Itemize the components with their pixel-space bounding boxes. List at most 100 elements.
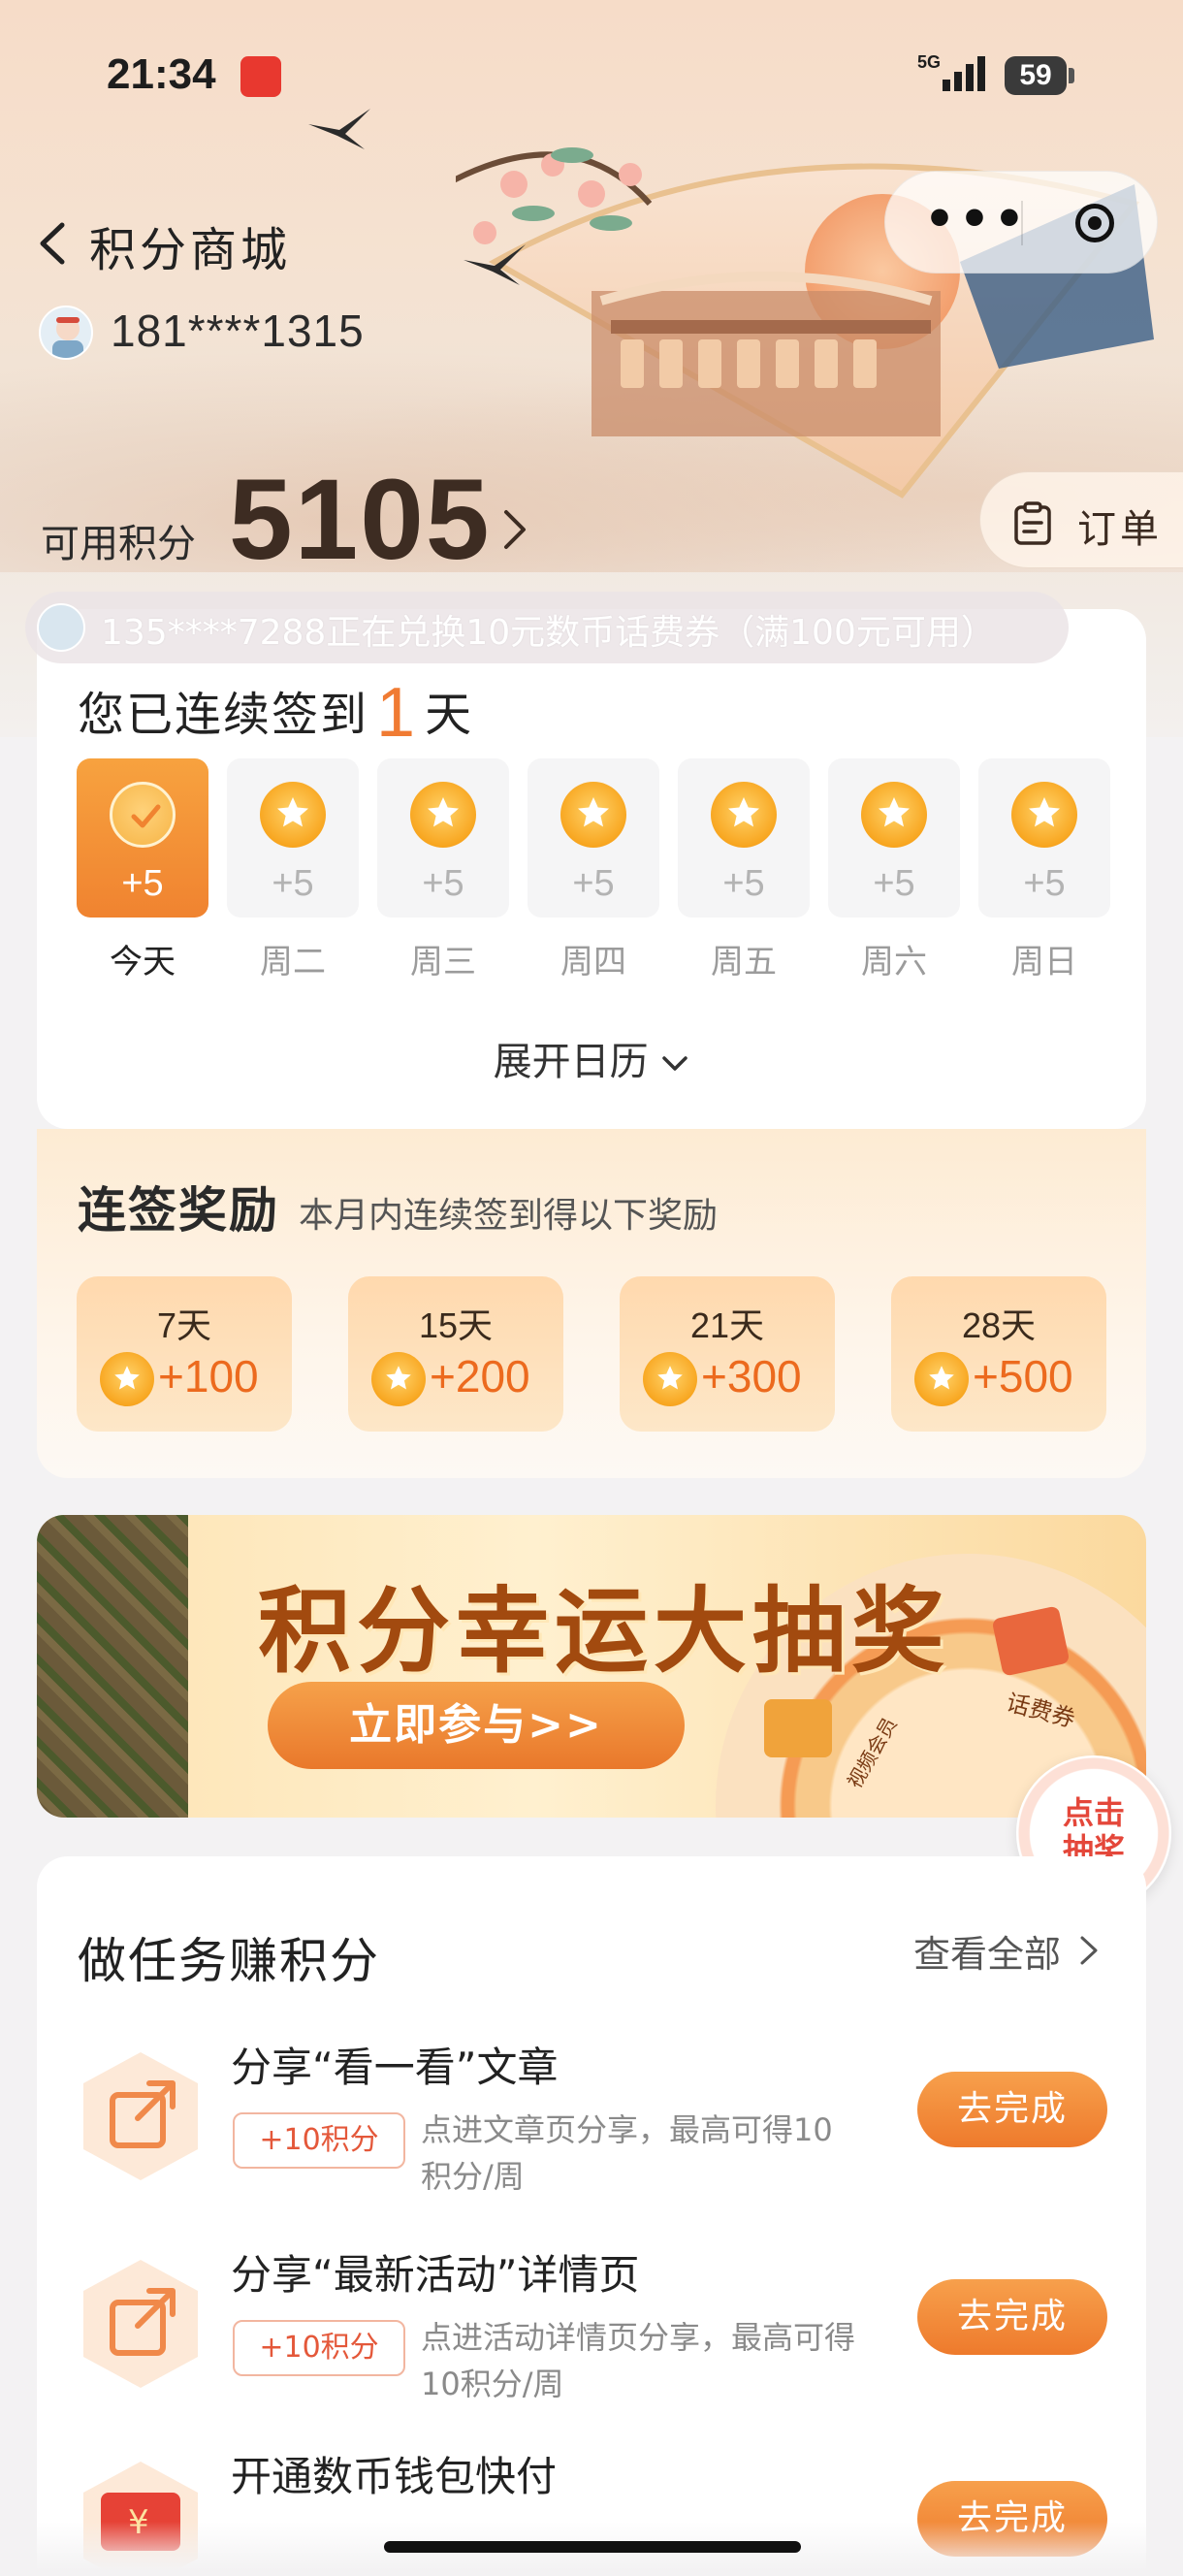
task-desc: 点进活动详情页分享，最高可得10积分/周 xyxy=(421,2319,856,2402)
day-label: 周四 xyxy=(560,943,626,982)
day-bonus: +5 xyxy=(1023,863,1066,904)
day-cell-fri[interactable]: +5 xyxy=(678,758,810,918)
day-cell-today[interactable]: +5 xyxy=(77,758,208,918)
reward-amount: +200 xyxy=(430,1351,530,1401)
day-cell-tue[interactable]: +5 xyxy=(227,758,359,918)
svg-text:5G: 5G xyxy=(917,52,941,72)
day-bonus: +5 xyxy=(272,863,314,904)
reward-tile[interactable]: 21天 +300 xyxy=(620,1276,835,1432)
reward-days: 7天 xyxy=(156,1305,212,1345)
signin-card: 您已连续签到 1 天 +5 +5 +5 +5 +5 +5 +5 今天 周二 周三 周… xyxy=(37,609,1146,1129)
close-miniprogram-icon[interactable] xyxy=(1075,204,1114,242)
reward-tile[interactable]: 7天 +100 xyxy=(77,1276,292,1432)
status-time: 21:34 xyxy=(107,50,216,98)
food-photo xyxy=(37,1515,188,1818)
day-bonus: +5 xyxy=(572,863,615,904)
reward-amount: +300 xyxy=(701,1351,802,1401)
day-cell-wed[interactable]: +5 xyxy=(377,758,509,918)
star-coin-icon xyxy=(643,1352,697,1406)
points-value[interactable]: 5105 xyxy=(229,454,492,586)
star-coin-icon xyxy=(711,782,777,848)
task-points-tag: +10积分 xyxy=(233,2320,405,2376)
exchange-ticker: 135****7288正在兑换10元数币话费券（满100元可用） xyxy=(25,592,1069,663)
battery-icon: 59 xyxy=(1005,56,1067,95)
task-name: 分享“最新活动”详情页 xyxy=(231,2251,640,2299)
task-name: 分享“看一看”文章 xyxy=(231,2044,559,2091)
streak-title: 连签奖励 xyxy=(78,1182,279,1239)
page-title: 积分商城 xyxy=(89,223,292,277)
star-coin-icon xyxy=(861,782,927,848)
user-phone: 181****1315 xyxy=(111,306,365,356)
reward-amount: +500 xyxy=(973,1351,1073,1401)
star-coin-icon xyxy=(914,1352,969,1406)
streak-subtitle: 本月内连续签到得以下奖励 xyxy=(299,1196,719,1236)
streak-count: 1 xyxy=(376,674,418,752)
day-label: 今天 xyxy=(110,943,176,982)
tasks-title: 做任务赚积分 xyxy=(78,1933,380,1989)
expand-calendar-label: 展开日历 xyxy=(493,1040,649,1084)
reward-days: 28天 xyxy=(961,1305,1037,1345)
reward-days: 15天 xyxy=(418,1305,494,1345)
order-button[interactable]: 订单 xyxy=(979,471,1183,568)
battery-tip xyxy=(1069,68,1074,83)
back-arrow-icon[interactable] xyxy=(37,221,70,266)
order-label: 订单 xyxy=(1077,507,1163,552)
share-icon xyxy=(83,2052,198,2180)
capsule-divider xyxy=(1021,201,1023,245)
signin-title-prefix: 您已连续签到 xyxy=(78,688,369,742)
day-cell-sat[interactable]: +5 xyxy=(828,758,960,918)
task-points-tag: +10积分 xyxy=(233,2112,405,2169)
home-indicator[interactable] xyxy=(384,2541,801,2553)
clipboard-icon xyxy=(1014,501,1051,545)
checkmark-coin-icon xyxy=(110,782,176,848)
task-row: 分享“最新活动”详情页 +10积分 点进活动详情页分享，最高可得10积分/周 去… xyxy=(37,2237,1146,2431)
day-bonus: +5 xyxy=(121,863,164,904)
lottery-title: 积分幸运大抽奖 xyxy=(258,1577,950,1686)
lottery-banner[interactable]: 话费券 视频会员 积分幸运大抽奖 立即参与>> xyxy=(37,1515,1146,1818)
day-bonus: +5 xyxy=(422,863,464,904)
day-cell-sun[interactable]: +5 xyxy=(978,758,1110,918)
view-all-link[interactable]: 查看全部 xyxy=(913,1924,1061,1978)
points-label: 可用积分 xyxy=(41,522,196,566)
star-coin-icon xyxy=(560,782,626,848)
star-coin-icon xyxy=(410,782,476,848)
chevron-right-icon[interactable] xyxy=(500,508,529,551)
day-bonus: +5 xyxy=(873,863,915,904)
reward-days: 21天 xyxy=(689,1305,765,1345)
star-coin-icon xyxy=(1011,782,1077,848)
chevron-right-icon[interactable] xyxy=(1078,1934,1100,1967)
join-lottery-button[interactable]: 立即参与>> xyxy=(268,1682,685,1769)
tasks-card: 做任务赚积分 查看全部 分享“看一看”文章 +10积分 点进文章页分享，最高可得… xyxy=(37,1856,1146,2576)
avatar xyxy=(37,603,85,652)
task-desc: 点进文章页分享，最高可得10积分/周 xyxy=(421,2111,833,2195)
complete-task-button[interactable]: 去完成 xyxy=(917,2072,1107,2147)
day-label: 周三 xyxy=(410,943,476,982)
day-label: 周六 xyxy=(861,943,927,982)
swallow-icon xyxy=(464,244,526,285)
expand-calendar-button[interactable]: 展开日历 xyxy=(37,1030,1146,1086)
reward-tile[interactable]: 15天 +200 xyxy=(348,1276,563,1432)
more-icon[interactable]: ••• xyxy=(924,195,1029,243)
day-cell-thu[interactable]: +5 xyxy=(528,758,659,918)
day-label: 周二 xyxy=(260,943,326,982)
streak-rewards-card: 连签奖励 本月内连续签到得以下奖励 7天 +100 15天 +200 21天 +… xyxy=(37,1129,1146,1478)
reward-amount: +100 xyxy=(158,1351,259,1401)
complete-task-button[interactable]: 去完成 xyxy=(917,2279,1107,2355)
avatar[interactable] xyxy=(39,306,93,360)
task-row: 分享“看一看”文章 +10积分 点进文章页分享，最高可得10积分/周 去完成 xyxy=(37,2029,1146,2223)
share-icon xyxy=(83,2260,198,2388)
day-label: 周日 xyxy=(1011,943,1077,982)
app-shortcut-icon xyxy=(240,56,281,97)
cellular-signal-icon: 5G xyxy=(917,52,985,91)
gift-icon xyxy=(764,1699,832,1757)
swallow-icon xyxy=(308,109,370,149)
signin-title-suffix: 天 xyxy=(425,688,474,742)
reward-tile[interactable]: 28天 +500 xyxy=(891,1276,1106,1432)
signin-title: 您已连续签到 1 天 xyxy=(78,667,474,752)
task-name: 开通数币钱包快付 xyxy=(231,2453,558,2500)
ticker-text: 135****7288正在兑换10元数币话费券（满100元可用） xyxy=(101,613,996,653)
chevron-down-icon xyxy=(662,1056,688,1071)
star-coin-icon xyxy=(100,1352,154,1406)
star-coin-icon xyxy=(260,782,326,848)
star-coin-icon xyxy=(371,1352,426,1406)
